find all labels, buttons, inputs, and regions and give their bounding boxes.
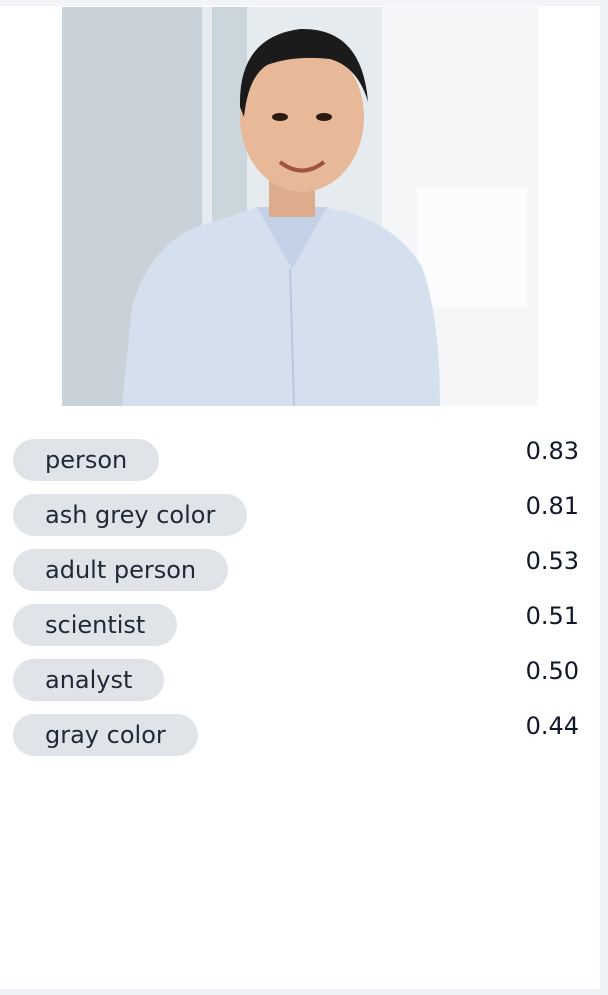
- tag-row: person 0.83: [0, 436, 600, 491]
- tag-pill-adult-person[interactable]: adult person: [13, 549, 229, 591]
- tag-score: 0.50: [525, 657, 579, 685]
- tag-score: 0.51: [525, 602, 579, 630]
- tag-pill-scientist[interactable]: scientist: [13, 604, 178, 646]
- top-border: [0, 0, 608, 6]
- right-border: [600, 0, 608, 995]
- tag-score: 0.44: [525, 712, 579, 740]
- tag-list: person 0.83 ash grey color 0.81 adult pe…: [0, 436, 600, 766]
- tag-row: gray color 0.44: [0, 711, 600, 766]
- person-photo-illustration: [62, 7, 538, 406]
- tag-row: analyst 0.50: [0, 656, 600, 711]
- tag-pill-analyst[interactable]: analyst: [13, 659, 165, 701]
- tag-row: ash grey color 0.81: [0, 491, 600, 546]
- bottom-border: [0, 989, 608, 995]
- tag-pill-ash-grey-color[interactable]: ash grey color: [13, 494, 248, 536]
- tag-score: 0.83: [525, 437, 579, 465]
- tag-score: 0.53: [525, 547, 579, 575]
- tag-row: scientist 0.51: [0, 601, 600, 656]
- tag-row: adult person 0.53: [0, 546, 600, 601]
- tag-pill-person[interactable]: person: [13, 439, 160, 481]
- tag-score: 0.81: [525, 492, 579, 520]
- analyzed-photo: [62, 7, 538, 406]
- tag-pill-gray-color[interactable]: gray color: [13, 714, 198, 756]
